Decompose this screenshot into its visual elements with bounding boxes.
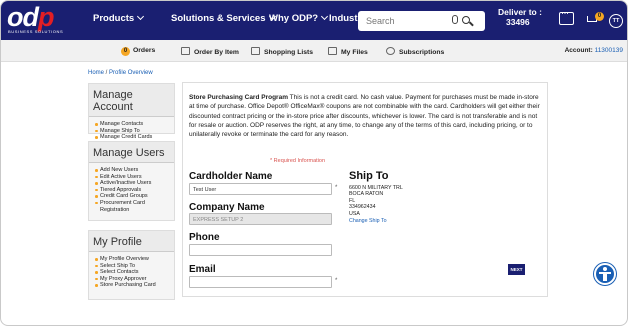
my-files-label: My Files xyxy=(341,49,368,56)
sidebar-item-edit-active-users[interactable]: Edit Active Users xyxy=(95,174,170,181)
secondary-toolbar: 0 Orders Order By Item Shopping Lists My … xyxy=(1,40,627,62)
ship-to-title: Ship To xyxy=(349,170,389,182)
nav-why-odp[interactable]: Why ODP? xyxy=(269,12,329,24)
shopping-list-icon xyxy=(251,47,260,55)
odp-logo[interactable]: odp BUSINESS SOLUTIONS xyxy=(7,2,79,35)
search-icon[interactable] xyxy=(462,16,470,24)
search-input[interactable]: Search xyxy=(358,11,485,31)
required-asterisk: * xyxy=(335,185,338,191)
shopping-lists-link[interactable]: Shopping Lists xyxy=(251,47,313,56)
file-icon xyxy=(328,47,337,55)
avatar[interactable]: TT xyxy=(609,14,623,28)
cart-icon[interactable]: 0 xyxy=(585,12,604,26)
sidebar-item-manage-ship-to[interactable]: Manage Ship To xyxy=(95,128,170,135)
email-field[interactable] xyxy=(189,276,332,288)
browser-frame: odp BUSINESS SOLUTIONS Products Solution… xyxy=(0,0,628,326)
accessibility-figure xyxy=(603,273,607,281)
my-profile-section: My Profile My Profile Overview Select Sh… xyxy=(88,230,175,300)
orders-link[interactable]: 0 Orders xyxy=(121,47,155,56)
phone-field[interactable] xyxy=(189,244,332,256)
company-name-field: EXPRESS SETUP 2 xyxy=(189,213,332,225)
next-button[interactable]: NEXT xyxy=(508,264,525,275)
order-by-item-icon xyxy=(181,47,190,55)
subscriptions-link[interactable]: Subscriptions xyxy=(386,47,444,56)
nav-solutions-label: Solutions & Services xyxy=(171,13,266,24)
accessibility-icon[interactable] xyxy=(594,263,616,285)
shopping-lists-label: Shopping Lists xyxy=(264,49,314,56)
chevron-down-icon xyxy=(137,12,145,21)
sidebar-item-add-new-users[interactable]: Add New Users xyxy=(95,167,170,174)
nav-products[interactable]: Products xyxy=(93,12,145,24)
manage-users-title: Manage Users xyxy=(89,142,174,163)
company-name-label: Company Name xyxy=(189,202,265,213)
sidebar-item-active-inactive-users[interactable]: Active/Inactive Users xyxy=(95,180,170,187)
chevron-down-icon xyxy=(321,12,329,21)
sidebar-item-select-ship-to[interactable]: Select Ship To xyxy=(95,263,170,270)
deliver-to-zip: 33496 xyxy=(506,17,530,27)
store-purchasing-card-panel: Store Purchasing Card Program This is no… xyxy=(182,82,548,297)
required-information-note: * Required Information xyxy=(270,158,326,164)
ship-to-block: Ship To 6600 N MILITARY TRL BOCA RATON F… xyxy=(349,170,469,224)
order-by-item-label: Order By Item xyxy=(194,49,239,56)
logo-subtitle: BUSINESS SOLUTIONS xyxy=(8,29,64,34)
required-asterisk: * xyxy=(335,278,338,284)
phone-label: Phone xyxy=(189,232,220,243)
nav-products-label: Products xyxy=(93,13,135,24)
subscriptions-label: Subscriptions xyxy=(399,49,445,56)
account-number-value[interactable]: 11300139 xyxy=(595,47,623,54)
sidebar-item-tiered-approvals[interactable]: Tiered Approvals xyxy=(95,187,170,194)
my-files-link[interactable]: My Files xyxy=(328,47,368,56)
orders-label: Orders xyxy=(133,47,156,54)
deliver-to-label: Deliver to : xyxy=(498,7,542,17)
orders-count-badge: 0 xyxy=(121,47,130,56)
chat-icon[interactable] xyxy=(559,8,574,25)
cardholder-name-label: Cardholder Name xyxy=(189,171,273,182)
cardholder-name-field[interactable]: Test User xyxy=(189,183,332,195)
breadcrumb: Home / Profile Overview xyxy=(88,70,153,76)
sidebar-item-my-proxy-approver[interactable]: My Proxy Approver xyxy=(95,276,170,283)
nav-solutions[interactable]: Solutions & Services xyxy=(171,12,276,24)
nav-why-odp-label: Why ODP? xyxy=(269,13,319,24)
manage-account-section: Manage Account Manage Contacts Manage Sh… xyxy=(88,83,175,140)
subscriptions-icon xyxy=(386,47,395,55)
ship-to-line: USA xyxy=(349,210,360,217)
manage-account-title: Manage Account xyxy=(89,84,174,117)
sidebar-item-my-profile-overview[interactable]: My Profile Overview xyxy=(95,256,170,263)
top-navigation-bar: odp BUSINESS SOLUTIONS Products Solution… xyxy=(1,1,627,40)
program-notice: Store Purchasing Card Program This is no… xyxy=(189,93,541,139)
sidebar-item-select-contacts[interactable]: Select Contacts xyxy=(95,269,170,276)
notice-title: Store Purchasing Card Program xyxy=(189,94,288,101)
search-placeholder: Search xyxy=(366,16,395,26)
logo-mark-accent: p xyxy=(38,2,54,32)
my-profile-title: My Profile xyxy=(89,231,174,252)
microphone-icon[interactable] xyxy=(452,15,458,24)
deliver-to[interactable]: Deliver to : 33496 xyxy=(498,7,542,27)
breadcrumb-home[interactable]: Home xyxy=(88,70,104,76)
breadcrumb-current[interactable]: Profile Overview xyxy=(109,70,153,76)
account-number: Account: 11300139 xyxy=(565,47,623,54)
account-label: Account: xyxy=(564,47,593,54)
manage-users-section: Manage Users Add New Users Edit Active U… xyxy=(88,141,175,221)
sidebar-item-store-purchasing-card[interactable]: Store Purchasing Card xyxy=(95,282,170,289)
sidebar-item-manage-contacts[interactable]: Manage Contacts xyxy=(95,121,170,128)
logo-mark: odp xyxy=(7,2,54,32)
sidebar-item-manage-credit-cards[interactable]: Manage Credit Cards xyxy=(95,134,170,141)
sidebar-item-credit-card-groups[interactable]: Credit Card Groups xyxy=(95,193,170,200)
sidebar-item-procurement-card-registration[interactable]: Procurement Card Registration xyxy=(95,200,170,213)
email-label: Email xyxy=(189,264,216,275)
change-ship-to-link[interactable]: Change Ship To xyxy=(349,218,469,224)
cart-count-badge: 0 xyxy=(595,12,604,21)
order-by-item-link[interactable]: Order By Item xyxy=(181,47,239,56)
